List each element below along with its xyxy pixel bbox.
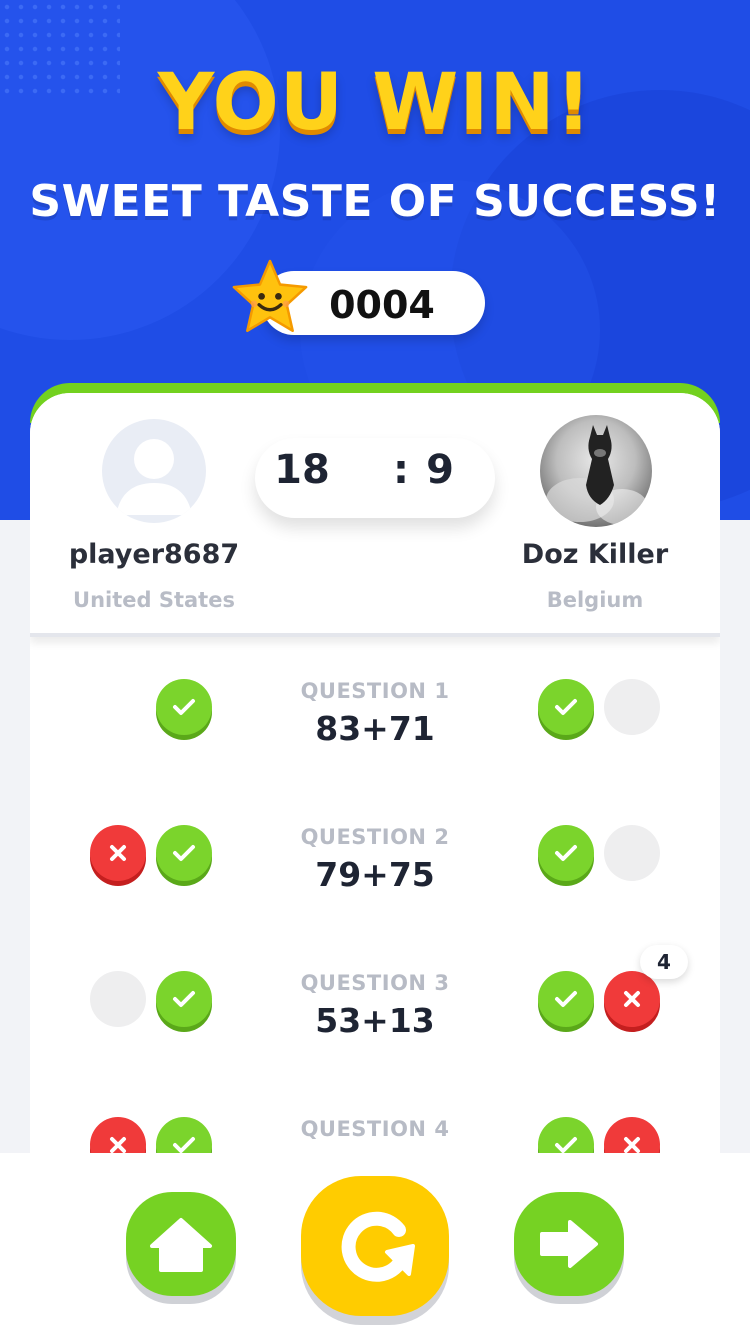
opponent-name: Doz Killer <box>521 539 669 570</box>
question-row: QUESTION 1 83+71 <box>30 679 720 799</box>
check-icon <box>173 845 195 861</box>
check-icon <box>555 845 577 861</box>
win-title: YOU WIN! <box>157 58 593 148</box>
answer-correct <box>538 1117 594 1153</box>
check-icon <box>555 699 577 715</box>
answer-wrong <box>90 1117 146 1153</box>
home-icon <box>150 1218 212 1272</box>
answer-wrong <box>90 825 146 881</box>
check-icon <box>173 991 195 1007</box>
score-left: 18 <box>274 447 330 493</box>
check-icon <box>555 991 577 1007</box>
question-row: QUESTION 4 <box>30 1117 720 1153</box>
opponent-country: Belgium <box>546 588 644 612</box>
replay-button[interactable] <box>301 1176 449 1316</box>
answer-correct <box>156 679 212 735</box>
answer-correct <box>538 825 594 881</box>
check-icon <box>555 1137 577 1153</box>
question-label: QUESTION 3 <box>300 971 450 995</box>
cross-icon <box>110 1137 126 1153</box>
player-country: United States <box>73 588 235 612</box>
home-button[interactable] <box>126 1192 236 1296</box>
wrong-count-badge: 4 <box>640 945 688 979</box>
question-label: QUESTION 1 <box>300 679 450 703</box>
replay-icon <box>341 1211 415 1282</box>
opponent-avatar <box>540 415 652 527</box>
arrow-right-icon <box>540 1220 598 1268</box>
answer-correct <box>156 1117 212 1153</box>
answer-wrong <box>604 1117 660 1153</box>
cross-icon <box>624 1137 640 1153</box>
match-header: 18 : 9 player8687 Doz Killer United Stat… <box>30 393 720 637</box>
score-separator: : <box>393 447 409 493</box>
cross-icon <box>110 845 126 861</box>
answer-empty <box>604 679 660 735</box>
question-expression: 79+75 <box>315 855 435 894</box>
answer-correct <box>156 825 212 881</box>
answer-correct <box>538 679 594 735</box>
answer-empty <box>90 971 146 1027</box>
star-coin-icon <box>232 259 308 333</box>
user-placeholder-icon <box>116 439 192 515</box>
question-expression: 53+13 <box>315 1001 435 1040</box>
question-label: QUESTION 4 <box>300 1117 450 1141</box>
player-name: player8687 <box>68 539 240 570</box>
opponent-photo <box>546 425 648 525</box>
question-row: QUESTION 3 53+13 4 <box>30 945 720 1091</box>
coin-value: 0004 <box>329 283 435 327</box>
score-right: 9 <box>426 447 454 493</box>
answer-wrong <box>604 971 660 1027</box>
question-row: QUESTION 2 79+75 <box>30 825 720 945</box>
check-icon <box>173 1137 195 1153</box>
question-label: QUESTION 2 <box>300 825 450 849</box>
answer-correct <box>538 971 594 1027</box>
next-button[interactable] <box>514 1192 624 1296</box>
answer-empty <box>604 825 660 881</box>
answer-correct <box>156 971 212 1027</box>
player-avatar <box>102 419 206 523</box>
win-subtitle: SWEET TASTE OF SUCCESS! <box>29 176 721 227</box>
check-icon <box>173 699 195 715</box>
answer-empty <box>90 679 146 735</box>
cross-icon <box>624 991 640 1007</box>
question-expression: 83+71 <box>315 709 435 748</box>
match-card: 18 : 9 player8687 Doz Killer United Stat… <box>30 393 720 1153</box>
